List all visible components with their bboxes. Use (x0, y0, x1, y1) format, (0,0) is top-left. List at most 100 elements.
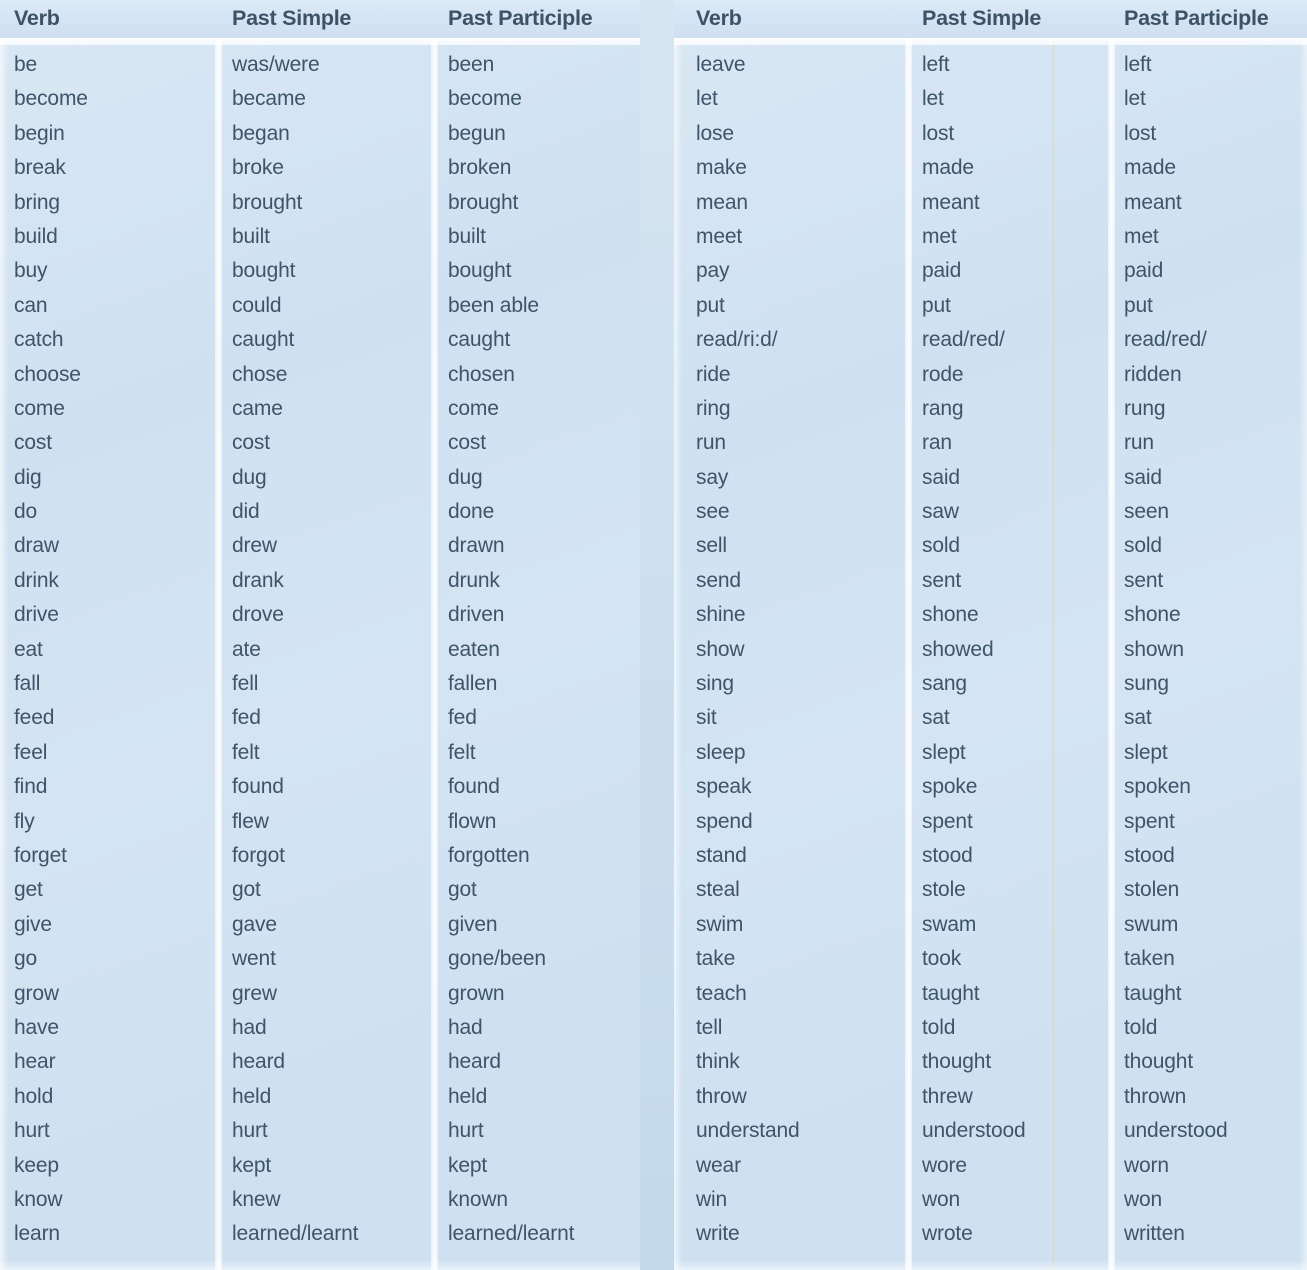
table-row: wear wore worn (674, 1153, 1307, 1187)
table-row: fall fell fallen (0, 671, 640, 705)
past-participle-cell: thrown (1124, 1084, 1187, 1108)
past-participle-cell: fed (448, 706, 477, 730)
past-participle-cell: shown (1124, 637, 1184, 661)
past-participle-cell: learned/learnt (448, 1222, 575, 1246)
verb-cell: steal (696, 878, 740, 902)
past-simple-cell: stole (922, 878, 966, 902)
past-simple-cell: shone (922, 603, 979, 627)
past-participle-cell: fallen (448, 672, 498, 696)
table-row: draw drew drawn (0, 533, 640, 567)
past-participle-cell: become (448, 87, 522, 111)
past-simple-cell: was/were (232, 53, 320, 76)
verb-cell: let (696, 87, 718, 111)
past-participle-cell: come (448, 396, 499, 420)
past-simple-cell: had (232, 1015, 267, 1039)
past-simple-cell: forgot (232, 843, 285, 867)
column-header-past-simple: Past Simple (232, 6, 352, 30)
verb-cell: sit (696, 706, 717, 730)
past-participle-cell: understood (1124, 1119, 1228, 1143)
past-participle-cell: met (1124, 224, 1159, 248)
past-simple-cell: swam (922, 912, 977, 936)
verb-cell: bring (14, 190, 60, 214)
past-participle-cell: shone (1124, 603, 1181, 627)
past-participle-cell: found (448, 775, 500, 799)
past-participle-cell: stolen (1124, 878, 1180, 902)
past-simple-cell: heard (232, 1050, 285, 1074)
verb-cell: feel (14, 740, 48, 764)
verb-cell: understand (696, 1119, 800, 1143)
column-header-past-simple: Past Simple (922, 6, 1042, 30)
table-row: ride rode ridden (674, 362, 1307, 396)
past-participle-cell: heard (448, 1050, 501, 1074)
page-edge-highlight-bottom (0, 1260, 640, 1270)
verb-cell: learn (14, 1222, 60, 1246)
page-edge-highlight-bottom (674, 1260, 1307, 1270)
table-row: leave left left (674, 52, 1307, 86)
table-row: hurt hurt hurt (0, 1118, 640, 1152)
past-participle-cell: eaten (448, 637, 500, 661)
past-simple-cell: kept (232, 1153, 272, 1177)
past-simple-cell: paid (922, 259, 962, 283)
past-participle-cell: told (1124, 1015, 1158, 1039)
past-participle-cell: taken (1124, 947, 1175, 971)
verb-cell: read/ri:d/ (696, 328, 778, 352)
verb-cell: begin (14, 121, 65, 145)
table-row: feed fed fed (0, 705, 640, 739)
table-row: ring rang rung (674, 396, 1307, 430)
verb-cell: break (14, 156, 66, 180)
past-simple-cell: threw (922, 1084, 973, 1108)
past-participle-cell: driven (448, 603, 505, 627)
table-row: hear heard heard (0, 1049, 640, 1083)
past-simple-cell: rode (922, 362, 964, 386)
past-participle-cell: stood (1124, 843, 1175, 867)
past-participle-cell: sung (1124, 672, 1169, 696)
verb-cell: spend (696, 809, 753, 833)
verb-cell: meet (696, 224, 743, 248)
past-participle-cell: seen (1124, 500, 1169, 524)
past-participle-cell: left (1124, 53, 1152, 76)
past-participle-cell: given (448, 912, 498, 936)
table-row: catch caught caught (0, 327, 640, 361)
irregular-verbs-table-right: Verb Past Simple Past Participle leave le… (674, 0, 1307, 1270)
past-participle-cell: written (1124, 1222, 1185, 1246)
past-simple-cell: taught (922, 981, 980, 1005)
past-simple-cell: bought (232, 259, 296, 283)
verb-cell: come (14, 396, 65, 420)
table-row: give gave given (0, 912, 640, 946)
past-simple-cell: sang (922, 672, 967, 696)
table-row: find found found (0, 774, 640, 808)
past-participle-cell: forgotten (448, 843, 530, 867)
verb-cell: wear (696, 1153, 741, 1177)
verb-cell: go (14, 947, 38, 971)
verb-cell: teach (696, 981, 747, 1005)
table-row: fly flew flown (0, 809, 640, 843)
table-row: choose chose chosen (0, 362, 640, 396)
past-simple-cell: told (922, 1015, 956, 1039)
past-participle-cell: run (1124, 431, 1154, 455)
table-row: get got got (0, 877, 640, 911)
table-row: drink drank drunk (0, 568, 640, 602)
past-participle-cell: had (448, 1015, 483, 1039)
table-row: read/ri:d/read/red/read/red/ (674, 327, 1307, 361)
past-simple-cell: met (922, 224, 957, 248)
past-simple-cell: broke (232, 156, 284, 180)
table-body: leave left left let let let lose lost lost make ma… (674, 38, 1307, 1256)
past-participle-cell: put (1124, 293, 1153, 317)
past-simple-cell: learned/learnt (232, 1222, 359, 1246)
verb-cell: show (696, 637, 745, 661)
table-row: be was/were been (0, 52, 640, 86)
past-participle-cell: felt (448, 740, 476, 764)
table-row: keep kept kept (0, 1153, 640, 1187)
verb-cell: swim (696, 912, 744, 936)
past-participle-cell: caught (448, 328, 511, 352)
past-participle-cell: known (448, 1187, 508, 1211)
past-participle-cell: been (448, 53, 495, 76)
table-row: build built built (0, 224, 640, 258)
table-row: become became become (0, 86, 640, 120)
past-participle-cell: lost (1124, 121, 1157, 145)
verb-cell: catch (14, 328, 64, 352)
past-simple-cell: went (232, 947, 276, 971)
verb-cell: know (14, 1187, 63, 1211)
table-row: mean meant meant (674, 190, 1307, 224)
past-simple-cell: wore (922, 1153, 967, 1177)
